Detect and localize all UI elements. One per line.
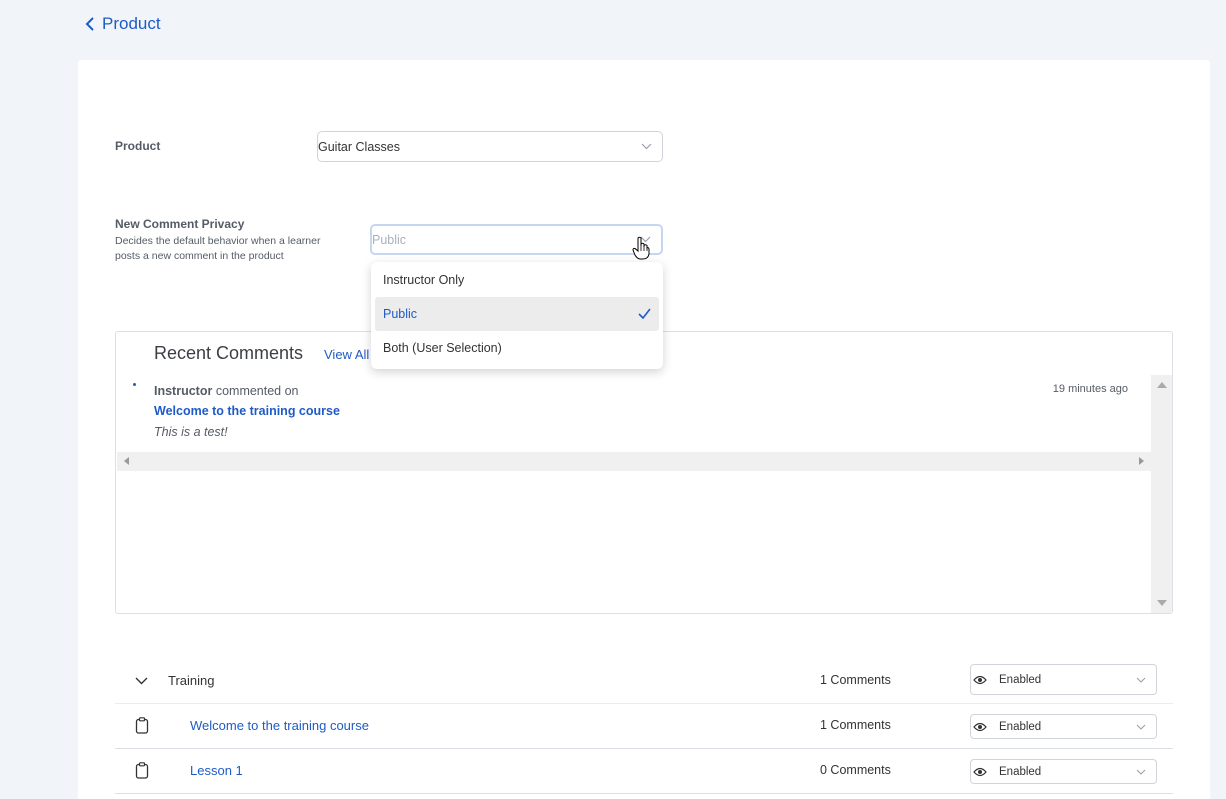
dropdown-option-label: Instructor Only [383, 273, 465, 287]
scroll-right-arrow-icon[interactable] [1139, 457, 1144, 465]
chevron-left-icon [85, 17, 94, 31]
chevron-down-icon [641, 143, 652, 150]
scroll-up-arrow-icon[interactable] [1157, 382, 1167, 388]
status-value: Enabled [999, 765, 1042, 778]
vertical-scrollbar[interactable] [1151, 375, 1172, 613]
product-select-value: Guitar Classes [318, 139, 400, 154]
status-value: Enabled [999, 673, 1042, 686]
clipboard-icon [135, 762, 149, 779]
view-all-link[interactable]: View All [324, 347, 369, 362]
comment-text: This is a test! [154, 425, 228, 439]
chevron-down-icon[interactable] [135, 672, 148, 690]
comment-count: 0 Comments [820, 763, 891, 777]
status-select[interactable]: Enabled [970, 759, 1157, 784]
comment-count: 1 Comments [820, 718, 891, 732]
recent-comments-title: Recent Comments [154, 343, 304, 363]
comment-author: Instructor [154, 384, 213, 398]
status-select[interactable]: Enabled [970, 664, 1157, 695]
horizontal-scrollbar[interactable] [117, 452, 1151, 471]
recent-comments-panel: Recent Comments View All Instructor comm… [115, 331, 1173, 614]
comment-timestamp: 19 minutes ago [1052, 383, 1128, 395]
chevron-down-icon [1136, 677, 1146, 683]
chapter-name: Training [168, 673, 215, 688]
table-row-lesson: Lesson 1 0 Comments Enabled [115, 749, 1173, 794]
privacy-select[interactable]: Public [370, 224, 663, 255]
dropdown-option-label: Both (User Selection) [383, 341, 502, 355]
back-link[interactable]: Product [84, 14, 161, 34]
table-row-lesson: Welcome to the training course 1 Comment… [115, 704, 1173, 749]
scroll-down-arrow-icon[interactable] [1157, 600, 1167, 606]
privacy-label: New Comment Privacy [115, 217, 245, 231]
clipboard-icon [135, 717, 149, 734]
comment-count: 1 Comments [820, 673, 891, 687]
hand-pointer-cursor-icon [632, 236, 650, 260]
comment-target-link[interactable]: Welcome to the training course [154, 404, 340, 418]
dropdown-option-both[interactable]: Both (User Selection) [375, 331, 659, 365]
eye-icon [973, 675, 987, 684]
comment-header: Instructor commented on [154, 384, 299, 398]
table-row-chapter: Training 1 Comments Enabled [115, 659, 1173, 704]
back-link-label: Product [102, 14, 161, 33]
dropdown-option-public[interactable]: Public [375, 297, 659, 331]
chevron-down-icon [1136, 724, 1146, 730]
dropdown-option-instructor-only[interactable]: Instructor Only [375, 263, 659, 297]
dropdown-option-label: Public [383, 307, 418, 321]
chevron-down-icon [1136, 769, 1146, 775]
status-value: Enabled [999, 720, 1042, 733]
comment-action: commented on [215, 384, 299, 398]
bullet-dot [133, 383, 136, 386]
eye-icon [973, 767, 987, 776]
product-select[interactable]: Guitar Classes [317, 131, 663, 162]
privacy-select-value: Public [372, 232, 407, 247]
scroll-left-arrow-icon[interactable] [124, 457, 129, 465]
lesson-link[interactable]: Welcome to the training course [190, 718, 369, 733]
status-select[interactable]: Enabled [970, 714, 1157, 739]
privacy-dropdown-menu: Instructor Only Public Both (User Select… [371, 262, 663, 369]
lesson-link[interactable]: Lesson 1 [190, 763, 243, 778]
eye-icon [973, 722, 987, 731]
checkmark-icon [638, 308, 651, 319]
product-label: Product [115, 139, 161, 153]
privacy-description: Decides the default behavior when a lear… [115, 235, 321, 262]
